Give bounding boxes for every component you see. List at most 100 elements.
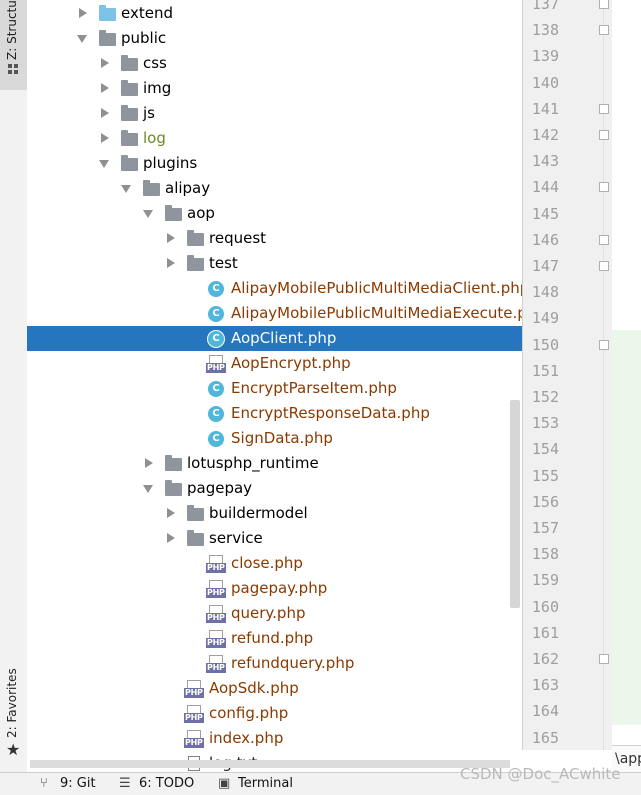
line-number: 159 [531,571,559,590]
tree-row[interactable]: aop [27,201,522,226]
chevron-right-icon[interactable] [98,51,110,76]
tree-row[interactable]: buildermodel [27,501,522,526]
tree-row[interactable]: PHP pagepay.php [27,576,522,601]
tree-row[interactable]: C AlipayMobilePublicMultiMediaClient.php [27,276,522,301]
star-icon: ★ [6,740,21,759]
tree-row[interactable]: PHP AopSdk.php [27,676,522,701]
fold-marker-icon[interactable] [599,261,609,271]
line-number: 156 [531,492,559,511]
tree-item-label: AlipayMobilePublicMultiMediaExecute.php [231,304,522,322]
chevron-down-icon[interactable] [98,151,110,176]
structure-tab-label: Z: Structure [5,0,19,60]
tree-item-label: EncryptParseItem.php [231,379,397,397]
line-number: 140 [531,73,559,92]
chevron-right-icon[interactable] [98,126,110,151]
chevron-right-icon[interactable] [164,526,176,551]
tree-row[interactable]: alipay [27,176,522,201]
line-number: 154 [531,440,559,459]
tree-item-label: buildermodel [209,504,308,522]
chevron-down-icon[interactable] [120,176,132,201]
line-number: 161 [531,623,559,642]
git-tab[interactable]: ⑂ 9: Git [40,773,110,795]
tree-row[interactable]: extend [27,1,522,26]
tree-row[interactable]: js [27,101,522,126]
tree-row[interactable]: PHP close.php [27,551,522,576]
php-file-icon: PHP [206,630,226,648]
tree-row[interactable]: PHP refundquery.php [27,651,522,676]
fold-marker-icon[interactable] [599,0,609,9]
fold-marker-icon[interactable] [599,339,609,350]
tree-row[interactable]: C EncryptResponseData.php [27,401,522,426]
tree-horizontal-scrollbar[interactable] [30,760,510,768]
chevron-right-icon[interactable] [98,101,110,126]
tree-row[interactable]: lotusphp_runtime [27,451,522,476]
folder-icon [121,155,138,171]
watermark: CSDN @Doc_ACwhite [460,765,621,783]
tree-item-label: AopClient.php [231,329,337,347]
chevron-right-icon[interactable] [164,251,176,276]
fold-marker-icon[interactable] [599,25,609,36]
line-number: 150 [531,335,559,354]
structure-tab[interactable]: Z: Structure [0,0,27,90]
tree-row[interactable]: css [27,51,522,76]
folder-icon [187,255,204,271]
tree-row[interactable]: C EncryptParseItem.php [27,376,522,401]
tree-item-label: test [209,254,238,272]
tree-row[interactable]: PHP config.php [27,701,522,726]
chevron-right-icon[interactable] [142,451,154,476]
tree-row[interactable]: PHP index.php [27,726,522,751]
php-file-icon: PHP [206,655,226,673]
tree-item-label: refund.php [231,629,314,647]
chevron-right-icon[interactable] [98,76,110,101]
fold-marker-icon[interactable] [599,234,609,245]
tree-row[interactable]: request [27,226,522,251]
line-number: 143 [531,152,559,171]
tree-row[interactable]: public [27,26,522,51]
line-number: 157 [531,519,559,537]
favorites-tab[interactable]: 2: Favorites ★ [0,660,27,760]
chevron-right-icon[interactable] [164,501,176,526]
structure-icon [8,64,19,75]
fold-marker-icon[interactable] [599,654,609,664]
line-number: 158 [531,545,559,564]
tree-row[interactable]: C AopClient.php [27,326,522,351]
tree-row[interactable]: PHP AopEncrypt.php [27,351,522,376]
tree-item-label: service [209,529,263,547]
tree-row[interactable]: PHP refund.php [27,626,522,651]
line-number: 164 [531,702,559,721]
chevron-right-icon[interactable] [76,1,88,26]
tree-row[interactable]: img [27,76,522,101]
line-number: 155 [531,466,559,485]
project-tree[interactable]: extend public css img js log plugins alipay aop r… [27,0,522,772]
terminal-icon: ▣ [218,776,231,791]
tree-row[interactable]: service [27,526,522,551]
tree-item-label: close.php [231,554,303,572]
tree-row[interactable]: PHP query.php [27,601,522,626]
tree-item-label: log [143,129,166,147]
chevron-down-icon[interactable] [142,201,154,226]
tree-row[interactable]: log [27,126,522,151]
tree-row[interactable]: test [27,251,522,276]
folder-icon [187,505,204,521]
tree-row[interactable]: C AlipayMobilePublicMultiMediaExecute.php [27,301,522,326]
editor-area[interactable] [612,0,641,750]
tree-item-label: alipay [165,179,211,197]
fold-marker-icon[interactable] [599,182,609,193]
tree-row[interactable]: plugins [27,151,522,176]
tree-row[interactable]: C SignData.php [27,426,522,451]
line-number: 144 [531,178,559,197]
chevron-right-icon[interactable] [164,226,176,251]
terminal-tab[interactable]: ▣ Terminal [218,773,308,795]
line-number: 163 [531,676,559,695]
todo-tab[interactable]: ☰ 6: TODO [119,773,199,795]
tree-item-label: request [209,229,267,247]
chevron-down-icon[interactable] [76,26,88,51]
git-branch-icon: ⑂ [40,776,48,791]
fold-marker-icon[interactable] [599,103,609,114]
tree-vertical-scrollbar[interactable] [510,400,520,608]
fold-marker-icon[interactable] [599,130,609,140]
tree-item-label: lotusphp_runtime [187,454,319,472]
php-class-icon: C [208,331,224,347]
chevron-down-icon[interactable] [142,476,154,501]
tree-row[interactable]: pagepay [27,476,522,501]
